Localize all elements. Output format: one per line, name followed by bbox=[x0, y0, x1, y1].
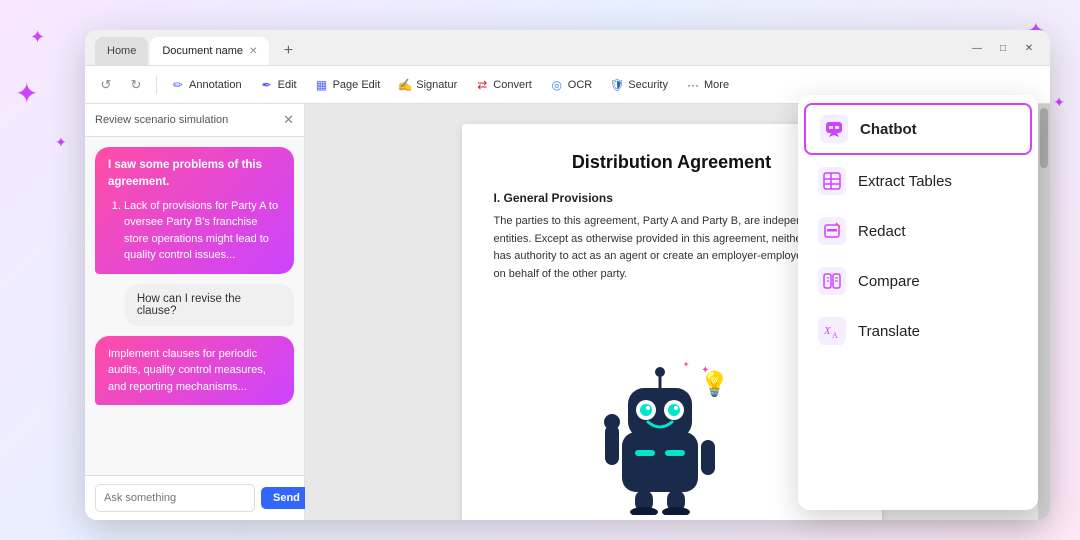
sidebar-header: Review scenario simulation ✕ bbox=[85, 104, 304, 137]
ai-message-1: I saw some problems of this agreement. L… bbox=[95, 147, 294, 274]
star-decoration-1: ✦ bbox=[30, 28, 45, 46]
ocr-icon: ◎ bbox=[550, 78, 564, 92]
chatbot-icon bbox=[820, 115, 848, 143]
sidebar-content: I saw some problems of this agreement. L… bbox=[85, 137, 304, 475]
signature-icon: ✍ bbox=[398, 78, 412, 92]
scrollbar-thumb[interactable] bbox=[1040, 108, 1048, 168]
tab-home[interactable]: Home bbox=[95, 37, 148, 65]
user-message-container: How can I revise the clause? bbox=[95, 284, 294, 326]
document-title: Distribution Agreement bbox=[494, 152, 850, 173]
star-decoration-2: ✦ bbox=[15, 80, 38, 108]
compare-label: Compare bbox=[858, 273, 920, 290]
maximize-button[interactable]: □ bbox=[992, 37, 1014, 59]
more-icon: ··· bbox=[686, 78, 700, 92]
security-tool[interactable]: 🛡 Security bbox=[603, 75, 675, 95]
sidebar-close-button[interactable]: ✕ bbox=[283, 112, 294, 128]
nav-back-button[interactable]: ↺ bbox=[93, 72, 119, 98]
toolbar-separator bbox=[156, 76, 157, 94]
scrollbar[interactable] bbox=[1038, 104, 1050, 520]
tab-document[interactable]: Document name ✕ bbox=[150, 37, 269, 65]
translate-icon: X A bbox=[818, 317, 846, 345]
convert-tool[interactable]: ⇄ Convert bbox=[468, 75, 539, 95]
star-decoration-5: ✦ bbox=[1053, 95, 1065, 109]
more-tool[interactable]: ··· More bbox=[679, 75, 736, 95]
user-message-1: How can I revise the clause? bbox=[125, 284, 294, 326]
annotation-tool[interactable]: ✏ Annotation bbox=[164, 75, 249, 95]
signature-tool[interactable]: ✍ Signatur bbox=[391, 75, 464, 95]
menu-item-compare[interactable]: Compare bbox=[804, 257, 1032, 305]
title-bar: Home Document name ✕ + — □ ✕ bbox=[85, 30, 1050, 66]
redact-label: Redact bbox=[858, 223, 906, 240]
convert-icon: ⇄ bbox=[475, 78, 489, 92]
sidebar-title: Review scenario simulation bbox=[95, 114, 228, 126]
menu-item-chatbot[interactable]: Chatbot bbox=[804, 103, 1032, 155]
annotation-icon: ✏ bbox=[171, 78, 185, 92]
redact-icon bbox=[818, 217, 846, 245]
page-edit-tool[interactable]: ▦ Page Edit bbox=[308, 75, 388, 95]
svg-text:X: X bbox=[823, 325, 832, 337]
menu-item-redact[interactable]: Redact bbox=[804, 207, 1032, 255]
window-controls: — □ ✕ bbox=[966, 37, 1040, 59]
tab-add-button[interactable]: + bbox=[275, 38, 301, 64]
edit-tool[interactable]: ✒ Edit bbox=[253, 75, 304, 95]
menu-item-extract-tables[interactable]: Extract Tables bbox=[804, 157, 1032, 205]
chat-input-area: Send bbox=[85, 475, 304, 520]
menu-item-translate[interactable]: X A Translate bbox=[804, 307, 1032, 355]
chat-input[interactable] bbox=[95, 484, 255, 512]
star-decoration-3: ✦ bbox=[55, 135, 67, 149]
translate-label: Translate bbox=[858, 323, 920, 340]
document-body: The parties to this agreement, Party A a… bbox=[494, 213, 850, 283]
document-section: I. General Provisions bbox=[494, 191, 850, 205]
compare-icon bbox=[818, 267, 846, 295]
extract-tables-label: Extract Tables bbox=[858, 173, 952, 190]
svg-text:A: A bbox=[832, 331, 838, 340]
close-window-button[interactable]: ✕ bbox=[1018, 37, 1040, 59]
chatbot-label: Chatbot bbox=[860, 121, 917, 138]
page-edit-icon: ▦ bbox=[315, 78, 329, 92]
security-icon: 🛡 bbox=[610, 78, 624, 92]
ocr-tool[interactable]: ◎ OCR bbox=[543, 75, 599, 95]
edit-icon: ✒ bbox=[260, 78, 274, 92]
sidebar-panel: Review scenario simulation ✕ I saw some … bbox=[85, 104, 305, 520]
dropdown-menu: Chatbot Extract Tables Redact bbox=[798, 95, 1038, 510]
extract-tables-icon bbox=[818, 167, 846, 195]
ai-message-2: Implement clauses for periodic audits, q… bbox=[95, 336, 294, 406]
nav-forward-button[interactable]: ↻ bbox=[123, 72, 149, 98]
tab-close-icon[interactable]: ✕ bbox=[249, 46, 257, 57]
minimize-button[interactable]: — bbox=[966, 37, 988, 59]
